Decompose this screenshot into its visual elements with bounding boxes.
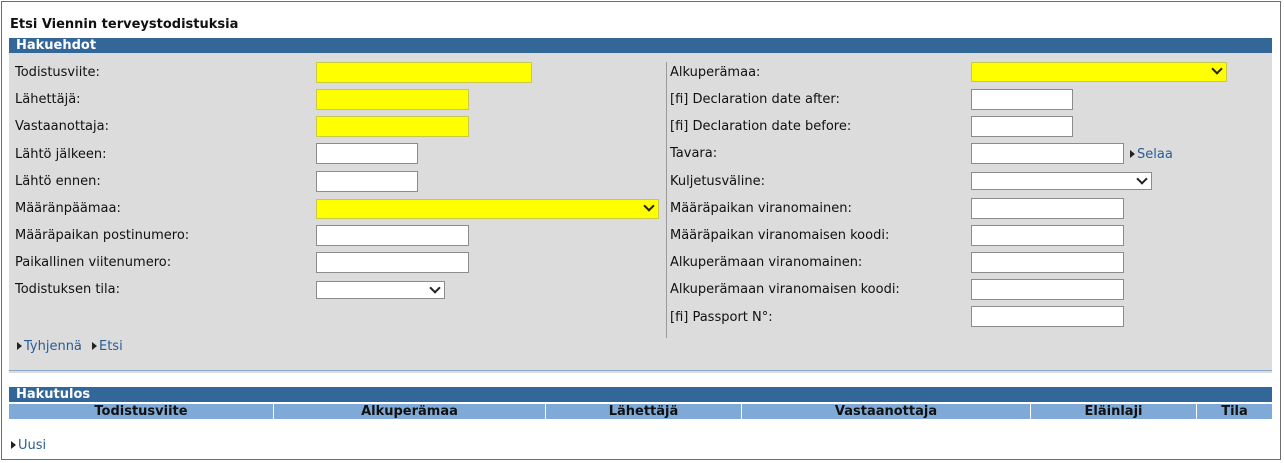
lahto-jalkeen-input[interactable] bbox=[316, 143, 418, 164]
paikallinen-viitenumero-input[interactable] bbox=[316, 252, 469, 273]
triangle-right-icon bbox=[17, 342, 22, 350]
label-lahto-jalkeen: Lähtö jälkeen: bbox=[15, 147, 107, 162]
new-link-label: Uusi bbox=[18, 438, 47, 453]
todistuksen-tila-select[interactable] bbox=[316, 281, 445, 299]
triangle-right-icon bbox=[11, 441, 16, 449]
label-declaration-date-after: [fi] Declaration date after: bbox=[670, 92, 840, 107]
label-maarapaikan-postinumero: Määräpaikan postinumero: bbox=[15, 228, 190, 243]
vastaanottaja-input[interactable] bbox=[316, 116, 469, 137]
kuljetusvaline-select[interactable] bbox=[971, 172, 1152, 190]
declaration-date-before-input[interactable] bbox=[971, 116, 1073, 137]
todistusviite-input[interactable] bbox=[316, 62, 532, 83]
clear-link-label: Tyhjennä bbox=[24, 339, 82, 354]
label-todistuksen-tila: Todistuksen tila: bbox=[15, 282, 120, 297]
chevron-down-icon bbox=[643, 200, 655, 212]
label-maarapaikan-viranomaisen-koodi: Määräpaikan viranomaisen koodi: bbox=[670, 228, 890, 243]
chevron-down-icon bbox=[1211, 63, 1223, 75]
maarapaikan-postinumero-input[interactable] bbox=[316, 225, 469, 246]
label-kuljetusvaline: Kuljetusväline: bbox=[670, 174, 765, 189]
column-header-todistusviite[interactable]: Todistusviite bbox=[9, 404, 274, 419]
page-title: Etsi Viennin terveystodistuksia bbox=[10, 17, 239, 32]
maarapaikan-viranomaisen-koodi-input[interactable] bbox=[971, 225, 1124, 246]
tavara-input[interactable] bbox=[971, 143, 1124, 164]
column-divider bbox=[666, 62, 667, 338]
label-alkuperamaan-viranomaisen-koodi: Alkuperämaan viranomaisen koodi: bbox=[670, 282, 900, 297]
results-table-header: Todistusviite Alkuperämaa Lähettäjä Vast… bbox=[9, 404, 1272, 419]
column-header-alkuperamaa[interactable]: Alkuperämaa bbox=[274, 404, 546, 419]
label-passport-no: [fi] Passport N°: bbox=[670, 310, 773, 325]
alkuperamaan-viranomainen-input[interactable] bbox=[971, 252, 1124, 273]
label-tavara: Tavara: bbox=[670, 146, 718, 161]
label-alkuperamaan-viranomainen: Alkuperämaan viranomainen: bbox=[670, 255, 863, 270]
label-declaration-date-before: [fi] Declaration date before: bbox=[670, 119, 852, 134]
declaration-date-after-input[interactable] bbox=[971, 89, 1073, 110]
label-alkuperamaa: Alkuperämaa: bbox=[670, 65, 761, 80]
chevron-down-icon bbox=[429, 282, 441, 294]
alkuperamaan-viranomaisen-koodi-input[interactable] bbox=[971, 279, 1124, 300]
search-link[interactable]: Etsi bbox=[92, 339, 123, 354]
panel-bottom-divider bbox=[9, 370, 1272, 371]
label-lahettaja: Lähettäjä: bbox=[15, 92, 81, 107]
lahettaja-input[interactable] bbox=[316, 89, 469, 110]
passport-no-input[interactable] bbox=[971, 306, 1124, 327]
label-maarapaikan-viranomainen: Määräpaikan viranomainen: bbox=[670, 201, 852, 216]
label-todistusviite: Todistusviite: bbox=[15, 65, 100, 80]
search-link-label: Etsi bbox=[99, 339, 123, 354]
clear-link[interactable]: Tyhjennä bbox=[17, 339, 82, 354]
column-header-elainlaji[interactable]: Eläinlaji bbox=[1031, 404, 1197, 419]
browse-link[interactable]: Selaa bbox=[1130, 147, 1173, 162]
chevron-down-icon bbox=[1136, 173, 1148, 185]
results-header: Hakutulos bbox=[9, 387, 1272, 402]
triangle-right-icon bbox=[92, 342, 97, 350]
alkuperamaa-select[interactable] bbox=[971, 62, 1227, 82]
maaranpaamaa-select[interactable] bbox=[316, 199, 659, 219]
column-header-lahettaja[interactable]: Lähettäjä bbox=[546, 404, 742, 419]
lahto-ennen-input[interactable] bbox=[316, 171, 418, 192]
label-paikallinen-viitenumero: Paikallinen viitenumero: bbox=[15, 255, 172, 270]
new-link[interactable]: Uusi bbox=[11, 438, 46, 453]
criteria-header: Hakuehdot bbox=[9, 38, 1272, 53]
triangle-right-icon bbox=[1130, 150, 1135, 158]
label-lahto-ennen: Lähtö ennen: bbox=[15, 174, 101, 189]
label-vastaanottaja: Vastaanottaja: bbox=[15, 119, 109, 134]
browse-link-label: Selaa bbox=[1137, 147, 1173, 162]
search-criteria-panel: Todistusviite: Lähettäjä: Vastaanottaja:… bbox=[9, 53, 1272, 373]
maarapaikan-viranomainen-input[interactable] bbox=[971, 198, 1124, 219]
column-header-vastaanottaja[interactable]: Vastaanottaja bbox=[742, 404, 1031, 419]
column-header-tila[interactable]: Tila bbox=[1197, 404, 1272, 419]
label-maaranpaamaa: Määränpäämaa: bbox=[15, 201, 121, 216]
